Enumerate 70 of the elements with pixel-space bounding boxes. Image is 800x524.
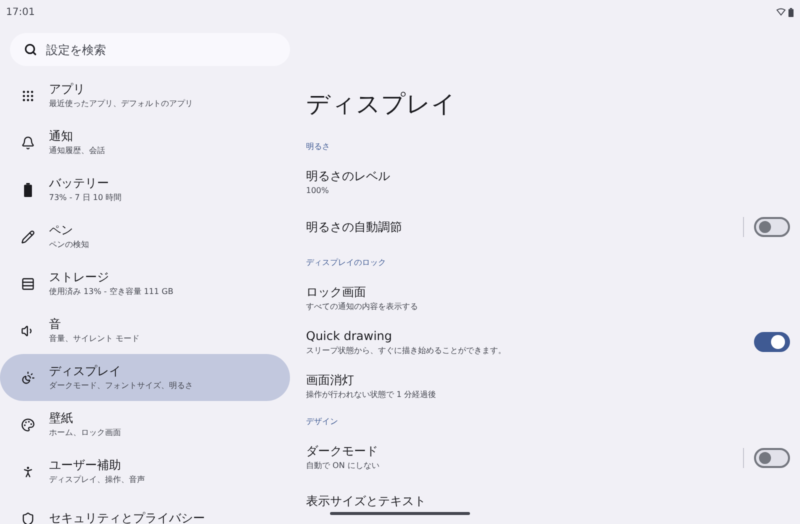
- search-icon: [24, 43, 37, 56]
- bell-icon: [21, 136, 35, 150]
- storage-icon: [21, 276, 35, 290]
- setting-row[interactable]: 表示サイズとテキスト: [306, 480, 790, 524]
- setting-row[interactable]: 明るさのレベル 100%: [306, 160, 790, 206]
- setting-subtitle: すべての通知の内容を表示する: [306, 302, 418, 312]
- page-title: ディスプレイ: [306, 92, 457, 116]
- section-header: ディスプレイのロック: [306, 256, 386, 269]
- setting-row[interactable]: ダークモード 自動で ON にしない: [306, 436, 790, 480]
- sidebar-item[interactable]: セキュリティとプライバシー: [0, 495, 290, 524]
- item-title: セキュリティとプライバシー: [49, 511, 205, 524]
- battery-icon: [21, 182, 35, 196]
- item-title: 壁紙: [49, 411, 74, 426]
- setting-subtitle: 自動で ON にしない: [306, 461, 380, 472]
- accessibility-icon: [21, 464, 35, 478]
- search-field[interactable]: 設定を検索: [10, 33, 290, 66]
- setting-row[interactable]: 画面消灯 操作が行われない状態で 1 分経過後: [306, 364, 790, 409]
- setting-title: 明るさの自動調節: [306, 220, 402, 235]
- item-title: アプリ: [49, 82, 86, 97]
- battery-icon: [788, 8, 794, 16]
- toggle-switch[interactable]: [754, 217, 790, 238]
- setting-row[interactable]: ロック画面 すべての通知の内容を表示する: [306, 276, 790, 320]
- brightness-icon: [21, 370, 35, 384]
- pencil-icon: [21, 230, 35, 244]
- item-subtitle: 通知履歴、会話: [49, 146, 105, 156]
- setting-title: Quick drawing: [306, 328, 394, 344]
- item-title: ストレージ: [49, 270, 110, 285]
- wifi-icon: [776, 8, 786, 16]
- sidebar-item[interactable]: 壁紙 ホーム、ロック画面: [0, 401, 290, 448]
- grid-icon: [21, 88, 35, 102]
- section-header: 明るさ: [306, 141, 330, 154]
- item-subtitle: 最近使ったアプリ、デフォルトのアプリ: [49, 99, 193, 109]
- setting-subtitle: 100%: [306, 186, 330, 196]
- item-title: 音: [49, 317, 62, 332]
- setting-subtitle: 操作が行われない状態で 1 分経過後: [306, 390, 436, 400]
- item-title: バッテリー: [49, 176, 110, 191]
- setting-title: 表示サイズとテキスト: [306, 494, 426, 510]
- item-title: ディスプレイ: [49, 364, 122, 379]
- sidebar-item[interactable]: ユーザー補助 ディスプレイ、操作、音声: [0, 448, 290, 495]
- toggle-switch[interactable]: [754, 332, 790, 352]
- sidebar-item[interactable]: 通知 通知履歴、会話: [0, 119, 290, 166]
- sidebar-item[interactable]: 音 音量、サイレント モード: [0, 307, 290, 354]
- nav-handle[interactable]: [330, 512, 470, 515]
- sidebar-item[interactable]: ディスプレイ ダークモード、フォントサイズ、明るさ: [0, 354, 290, 401]
- setting-title: 明るさのレベル: [306, 169, 390, 184]
- setting-title: 画面消灯: [306, 373, 355, 388]
- setting-row[interactable]: 明るさの自動調節: [306, 205, 790, 250]
- item-subtitle: 音量、サイレント モード: [49, 334, 140, 344]
- item-subtitle: ダークモード、フォントサイズ、明るさ: [49, 381, 193, 391]
- sidebar-item[interactable]: ペン ペンの検知: [0, 213, 290, 260]
- item-title: ペン: [49, 223, 74, 238]
- item-subtitle: ペンの検知: [49, 240, 89, 250]
- toggle-switch[interactable]: [754, 448, 790, 468]
- item-subtitle: 使用済み 13% - 空き容量 111 GB: [49, 287, 174, 297]
- setting-title: ロック画面: [306, 284, 367, 300]
- setting-row[interactable]: Quick drawing スリープ状態から、すぐに描き始めることができます。: [306, 320, 790, 365]
- palette-icon: [21, 418, 35, 432]
- setting-subtitle: スリープ状態から、すぐに描き始めることができます。: [306, 346, 506, 356]
- sidebar-item[interactable]: アプリ 最近使ったアプリ、デフォルトのアプリ: [0, 72, 290, 119]
- item-title: 通知: [49, 129, 74, 144]
- item-subtitle: ホーム、ロック画面: [49, 428, 121, 438]
- item-title: ユーザー補助: [49, 458, 122, 473]
- sidebar-item[interactable]: バッテリー 73% - 7 日 10 時間: [0, 166, 290, 213]
- setting-title: ダークモード: [306, 444, 379, 460]
- shield-icon: [21, 512, 35, 524]
- sidebar-item[interactable]: ストレージ 使用済み 13% - 空き容量 111 GB: [0, 260, 290, 307]
- status-time: 17:01: [6, 6, 35, 20]
- section-header: デザイン: [306, 416, 338, 428]
- item-subtitle: ディスプレイ、操作、音声: [49, 475, 145, 485]
- item-subtitle: 73% - 7 日 10 時間: [49, 193, 122, 203]
